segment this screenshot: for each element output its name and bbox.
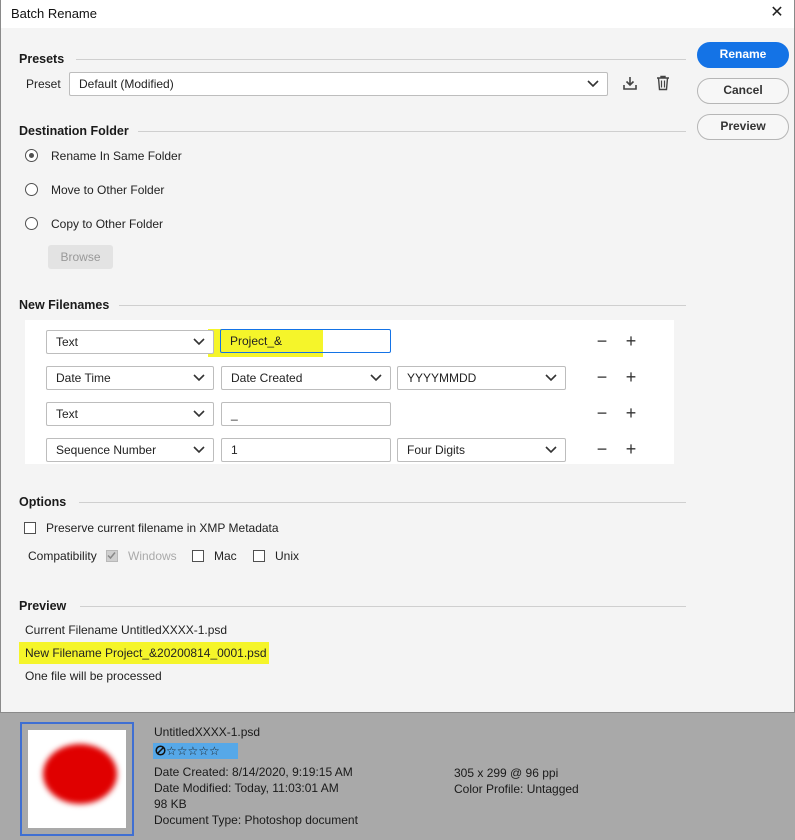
row4-digits-select[interactable]: Four Digits	[397, 438, 566, 462]
radio-label-move-other-folder: Move to Other Folder	[51, 183, 165, 197]
preset-select[interactable]: Default (Modified)	[69, 72, 608, 96]
windows-label: Windows	[128, 549, 177, 563]
date-created: Date Created: 8/14/2020, 9:19:15 AM	[154, 765, 353, 779]
radio-label-copy-other-folder: Copy to Other Folder	[51, 217, 164, 231]
presets-heading: Presets	[19, 52, 65, 66]
new-filename: New Filename Project_&20200814_0001.psd	[25, 646, 267, 660]
row3-text-value: _	[231, 407, 238, 421]
compatibility-label: Compatibility	[28, 549, 97, 563]
options-heading: Options	[19, 495, 67, 509]
row4-type-select[interactable]: Sequence Number	[46, 438, 214, 462]
destination-divider	[138, 131, 686, 132]
chevron-down-icon	[545, 374, 557, 382]
chevron-down-icon	[193, 410, 205, 418]
batch-rename-dialog: Batch Rename ✕ Rename Cancel Preview Pre…	[0, 0, 795, 713]
row3-add-button[interactable]: +	[623, 404, 639, 422]
color-profile: Color Profile: Untagged	[454, 782, 579, 796]
unix-checkbox[interactable]	[253, 550, 265, 562]
preset-select-value: Default (Modified)	[79, 77, 174, 91]
unix-label: Unix	[275, 549, 300, 563]
document-type: Document Type: Photoshop document	[154, 813, 358, 827]
row2-date-field-select[interactable]: Date Created	[221, 366, 391, 390]
preview-button[interactable]: Preview	[697, 114, 789, 140]
star-rating[interactable]: ☆☆☆☆☆	[153, 743, 238, 759]
save-preset-icon[interactable]	[622, 75, 638, 91]
browse-button[interactable]: Browse	[48, 245, 113, 269]
row2-remove-button[interactable]: −	[594, 368, 610, 386]
preview-heading: Preview	[19, 599, 67, 613]
destination-heading: Destination Folder	[19, 124, 129, 138]
cancel-button[interactable]: Cancel	[697, 78, 789, 104]
row1-text-value: Project_&	[230, 334, 283, 348]
radio-move-other-folder[interactable]	[25, 183, 38, 196]
presets-divider	[76, 59, 686, 60]
row4-add-button[interactable]: +	[623, 440, 639, 458]
row2-date-field-value: Date Created	[231, 371, 303, 385]
row4-start-number-value: 1	[231, 443, 238, 457]
rating-stars: ☆☆☆☆☆	[166, 744, 220, 758]
row3-type-select[interactable]: Text	[46, 402, 214, 426]
row3-type-value: Text	[56, 407, 79, 421]
thumbnail-red-shape	[43, 744, 117, 804]
row4-digits-value: Four Digits	[407, 443, 466, 457]
checkmark-icon	[107, 552, 116, 560]
chevron-down-icon	[193, 338, 205, 346]
chevron-down-icon	[587, 80, 599, 88]
row1-type-value: Text	[56, 335, 79, 349]
current-filename: Current Filename UntitledXXXX-1.psd	[25, 623, 228, 637]
row4-remove-button[interactable]: −	[594, 440, 610, 458]
chevron-down-icon	[193, 446, 205, 454]
files-processed-count: One file will be processed	[25, 669, 162, 683]
chevron-down-icon	[545, 446, 557, 454]
row2-type-select[interactable]: Date Time	[46, 366, 214, 390]
preserve-filename-checkbox[interactable]	[24, 522, 36, 534]
row1-type-select[interactable]: Text	[46, 330, 214, 354]
row1-remove-button[interactable]: −	[594, 332, 610, 350]
row2-date-format-select[interactable]: YYYYMMDD	[397, 366, 566, 390]
image-dimensions: 305 x 299 @ 96 ppi	[454, 766, 559, 780]
thumbnail-canvas	[28, 730, 126, 828]
row2-date-format-value: YYYYMMDD	[407, 371, 477, 385]
row2-type-value: Date Time	[56, 371, 111, 385]
trash-icon[interactable]	[656, 75, 670, 91]
dialog-title: Batch Rename	[11, 6, 97, 21]
file-name: UntitledXXXX-1.psd	[154, 725, 261, 739]
chevron-down-icon	[193, 374, 205, 382]
row2-add-button[interactable]: +	[623, 368, 639, 386]
radio-label-rename-same-folder: Rename In Same Folder	[51, 149, 182, 163]
file-size: 98 KB	[154, 797, 187, 811]
file-thumbnail[interactable]	[20, 722, 134, 836]
reject-icon[interactable]	[155, 745, 166, 756]
preview-divider	[80, 606, 686, 607]
row3-remove-button[interactable]: −	[594, 404, 610, 422]
preserve-filename-label: Preserve current filename in XMP Metadat…	[46, 521, 279, 535]
windows-checkbox	[106, 550, 118, 562]
rename-button[interactable]: Rename	[697, 42, 789, 68]
row1-add-button[interactable]: +	[623, 332, 639, 350]
row1-text-input[interactable]: Project_&	[220, 329, 391, 353]
options-divider	[79, 502, 686, 503]
row4-start-number-input[interactable]: 1	[221, 438, 391, 462]
radio-copy-other-folder[interactable]	[25, 217, 38, 230]
close-icon[interactable]: ✕	[766, 2, 788, 24]
date-modified: Date Modified: Today, 11:03:01 AM	[154, 781, 339, 795]
new-filenames-divider	[119, 305, 686, 306]
row3-text-input[interactable]: _	[221, 402, 391, 426]
mac-checkbox[interactable]	[192, 550, 204, 562]
row4-type-value: Sequence Number	[56, 443, 157, 457]
title-bar: Batch Rename ✕	[1, 0, 794, 28]
chevron-down-icon	[370, 374, 382, 382]
new-filenames-heading: New Filenames	[19, 298, 110, 312]
mac-label: Mac	[214, 549, 237, 563]
preset-label: Preset	[26, 77, 61, 91]
radio-rename-same-folder[interactable]	[25, 149, 38, 162]
